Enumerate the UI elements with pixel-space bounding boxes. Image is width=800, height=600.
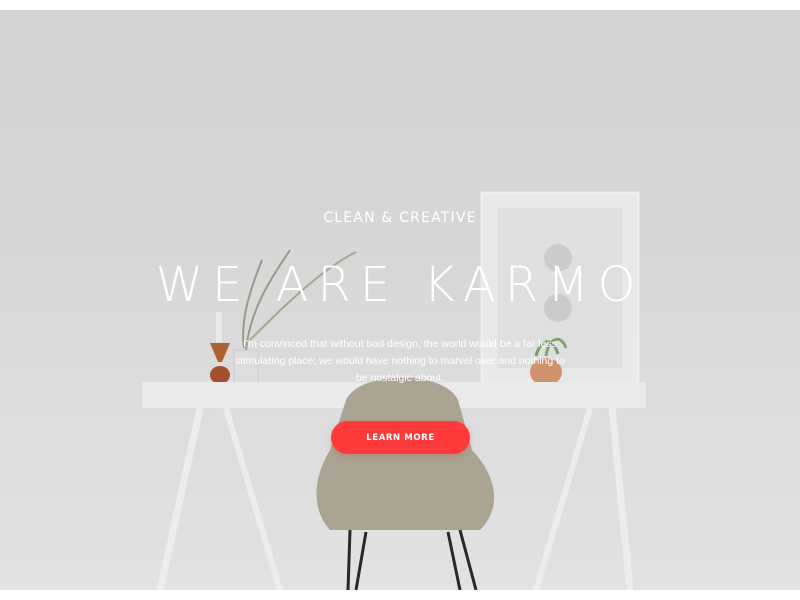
hero-tagline: I'm convinced that without bad design, t…: [235, 338, 565, 384]
hero-section: CLEAN & CREATIVE WE ARE KARMO I'm convin…: [0, 10, 800, 590]
learn-more-button[interactable]: LEARN MORE: [331, 421, 470, 454]
hero-headline: WE ARE KARMO: [155, 257, 645, 313]
hero-content: CLEAN & CREATIVE WE ARE KARMO I'm convin…: [0, 10, 800, 590]
hero-eyebrow: CLEAN & CREATIVE: [323, 210, 477, 226]
